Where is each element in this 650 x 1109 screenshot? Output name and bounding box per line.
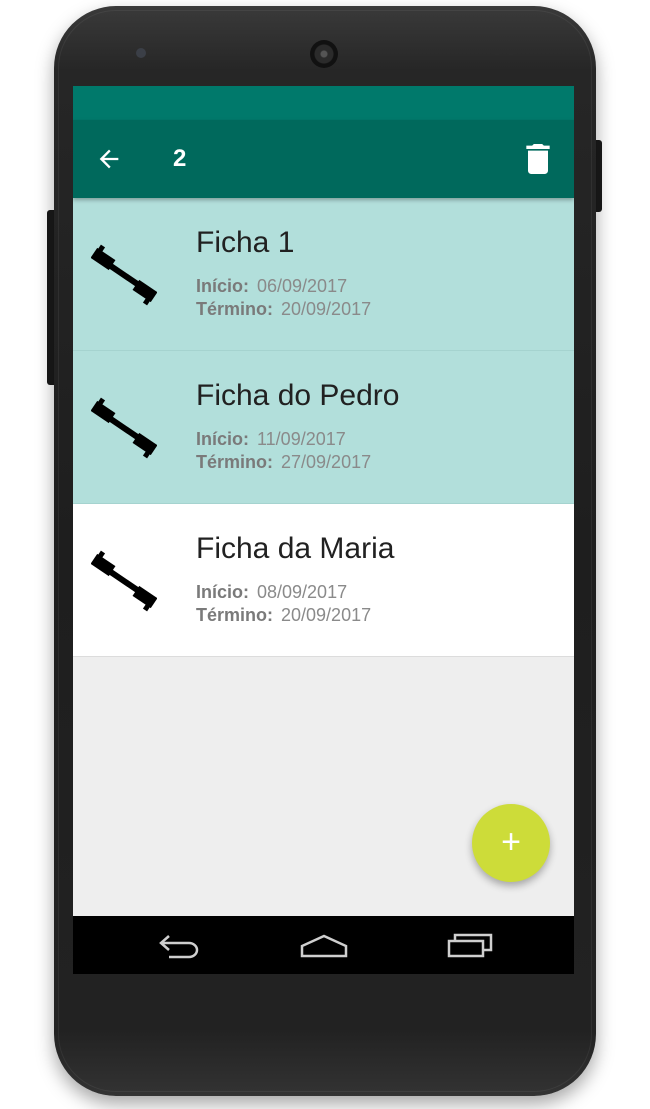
nav-recents-icon[interactable] [445, 930, 495, 960]
end-label: Término: [196, 452, 274, 472]
start-date: 11/09/2017 [257, 429, 346, 449]
ficha-start: Início: 08/09/2017 [196, 581, 347, 603]
ficha-list: Ficha 1 Início: 06/09/2017 Término: 20/09/… [73, 198, 574, 657]
phone-screen: 2 Ficha 1 Início: 06/09/2017 Término: 20/0… [73, 86, 574, 974]
start-date: 06/09/2017 [257, 276, 348, 296]
end-label: Término: [196, 299, 274, 319]
start-label: Início: [196, 429, 249, 449]
proximity-sensor [494, 50, 500, 56]
ficha-title: Ficha 1 [196, 226, 295, 259]
light-sensor [508, 50, 514, 56]
ficha-end: Término: 27/09/2017 [196, 451, 371, 473]
end-date: 20/09/2017 [281, 605, 372, 625]
front-camera [310, 40, 338, 68]
start-label: Início: [196, 582, 249, 602]
trash-icon[interactable] [525, 144, 551, 174]
contextual-action-bar: 2 [73, 120, 574, 198]
start-label: Início: [196, 276, 249, 296]
add-ficha-button[interactable]: + [472, 804, 550, 882]
selected-count: 2 [173, 145, 187, 172]
nav-home-icon[interactable] [299, 930, 349, 960]
list-item[interactable]: Ficha do Pedro Início: 11/09/2017 Término… [73, 351, 574, 504]
dumbbell-icon [90, 395, 158, 461]
ficha-end: Término: 20/09/2017 [196, 298, 371, 320]
status-bar [73, 86, 574, 120]
ficha-title: Ficha do Pedro [196, 379, 400, 412]
start-date: 08/09/2017 [257, 582, 348, 602]
ficha-title: Ficha da Maria [196, 532, 395, 565]
dumbbell-icon [90, 242, 158, 308]
end-date: 27/09/2017 [281, 452, 372, 472]
end-date: 20/09/2017 [281, 299, 372, 319]
front-sensor [136, 48, 146, 58]
list-item[interactable]: Ficha da Maria Início: 08/09/2017 Término… [73, 504, 574, 657]
list-item[interactable]: Ficha 1 Início: 06/09/2017 Término: 20/09/… [73, 198, 574, 351]
phone-power-button [595, 140, 602, 212]
dumbbell-icon [90, 548, 158, 614]
ficha-end: Término: 20/09/2017 [196, 604, 371, 626]
system-nav-bar [73, 916, 574, 974]
nav-back-icon[interactable] [155, 930, 205, 960]
ficha-start: Início: 06/09/2017 [196, 275, 347, 297]
arrow-back-icon[interactable] [95, 145, 123, 173]
end-label: Término: [196, 605, 274, 625]
ficha-start: Início: 11/09/2017 [196, 428, 346, 450]
